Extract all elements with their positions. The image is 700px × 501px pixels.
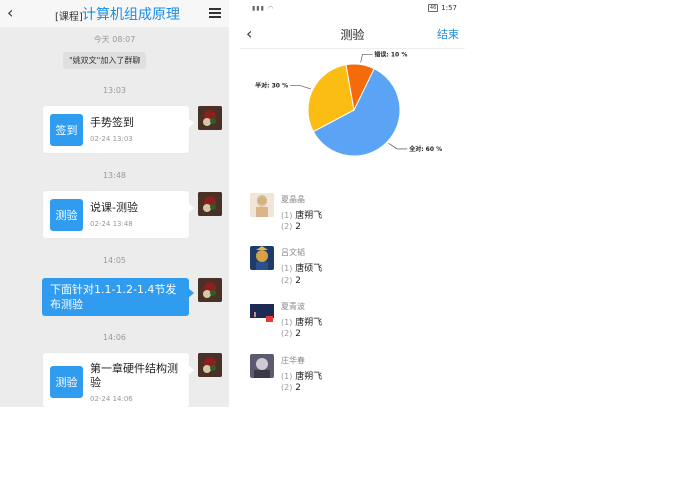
answer-line: (2) 2 <box>281 222 301 232</box>
quiz-nav-bar: ‹ 测验 结束 <box>240 20 465 49</box>
timestamp: 13:48 <box>102 171 127 180</box>
avatar[interactable] <box>198 106 222 130</box>
answer-number: (2) <box>281 383 293 392</box>
avatar[interactable] <box>250 193 274 217</box>
card-tail <box>188 365 194 375</box>
answer-value: 唐朔飞 <box>295 318 323 328</box>
answer-value: 2 <box>295 329 301 339</box>
avatar[interactable] <box>198 192 222 216</box>
answer-number: (2) <box>281 222 293 231</box>
answer-line: (1) 唐朔飞 <box>281 315 322 328</box>
card-title: 手势签到 <box>90 116 134 129</box>
answer-line: (2) 2 <box>281 383 301 393</box>
label-correct: 全对: 60 % <box>408 145 442 153</box>
bubble-tail <box>188 288 194 298</box>
quiz-card[interactable]: 测验 第一章硬件结构测验 02-24 14:06 <box>43 353 194 407</box>
clock: 1:57 <box>441 4 457 12</box>
avatar[interactable] <box>198 353 222 377</box>
battery-icon: 46 <box>427 4 439 12</box>
back-chevron-icon[interactable]: ‹ <box>7 5 13 21</box>
student-name: 吕文韬 <box>281 248 305 257</box>
answer-value: 2 <box>295 222 301 232</box>
answer-number: (2) <box>281 276 293 285</box>
message-bubble[interactable]: 下面针对1.1-1.2-1.4节发布测验 <box>42 278 194 316</box>
leader-line <box>388 143 408 150</box>
answer-line: (2) 2 <box>281 329 301 339</box>
answer-number: (1) <box>281 318 293 327</box>
quiz-icon: 测验 <box>50 199 83 231</box>
checkin-card[interactable]: 签到 手势签到 02-24 13:03 <box>43 106 194 153</box>
label-partial: 半对: 30 % <box>255 82 288 90</box>
course-tag: [课程] <box>55 12 83 23</box>
label-wrong: 错误: 10 % <box>374 51 407 59</box>
timestamp: 14:05 <box>102 256 127 265</box>
student-name: 庄华春 <box>281 356 305 365</box>
card-title: 说课-测验 <box>90 201 138 214</box>
status-right: 46 1:57 <box>427 4 457 12</box>
answer-value: 唐朔飞 <box>295 211 323 221</box>
chat-panel: ‹ [课程] 计算机组成原理 今天 08:07 "姚双文"加入了群聊 13:03… <box>0 0 229 407</box>
quiz-card[interactable]: 测验 说课-测验 02-24 13:48 <box>43 191 194 238</box>
answer-value: 唐朔飞 <box>295 372 323 382</box>
answer-line: (2) 2 <box>281 276 301 286</box>
card-time: 02-24 13:03 <box>90 135 133 143</box>
page-title: 测验 <box>340 28 365 42</box>
answer-value: 唐硕飞 <box>295 264 323 274</box>
timestamp: 今天 08:07 <box>93 35 136 44</box>
quiz-icon: 测验 <box>50 366 83 398</box>
status-bar: ▮▮▮ ◠ 46 1:57 <box>240 0 465 18</box>
signal-icon: ▮▮▮ ◠ <box>252 5 275 12</box>
card-tail <box>188 203 194 213</box>
hamburger-menu-icon[interactable] <box>209 8 221 18</box>
avatar[interactable] <box>198 278 222 302</box>
system-notice: "姚双文"加入了群聊 <box>63 52 147 69</box>
student-name: 夏青波 <box>281 302 305 311</box>
card-tail <box>188 118 194 128</box>
message-text: 下面针对1.1-1.2-1.4节发布测验 <box>50 283 177 311</box>
answer-value: 2 <box>295 383 301 393</box>
result-pie-chart: 全对: 60 % 半对: 30 % 错误: 10 % <box>255 51 442 157</box>
end-button[interactable]: 结束 <box>437 26 459 42</box>
chat-header: ‹ [课程] 计算机组成原理 <box>0 0 229 27</box>
card-time: 02-24 13:48 <box>90 220 133 228</box>
card-title: 第一章硬件结构测验 <box>90 362 178 389</box>
answer-number: (1) <box>281 211 293 220</box>
avatar[interactable] <box>250 354 274 378</box>
timestamp: 14:06 <box>102 333 127 342</box>
checkin-icon: 签到 <box>50 114 83 146</box>
answer-number: (1) <box>281 372 293 381</box>
answer-line: (1) 唐硕飞 <box>281 261 322 274</box>
student-name: 夏晶晶 <box>281 195 305 204</box>
timestamp: 13:03 <box>102 86 127 95</box>
answer-line: (1) 唐朔飞 <box>281 208 322 221</box>
avatar[interactable] <box>250 246 274 270</box>
leader-line <box>290 85 311 90</box>
card-time: 02-24 14:06 <box>90 395 133 403</box>
answer-number: (2) <box>281 329 293 338</box>
leader-line <box>360 54 373 63</box>
avatar[interactable] <box>250 300 274 324</box>
answer-number: (1) <box>281 264 293 273</box>
answer-line: (1) 唐朔飞 <box>281 369 322 382</box>
answer-value: 2 <box>295 276 301 286</box>
course-title: 计算机组成原理 <box>82 7 180 23</box>
